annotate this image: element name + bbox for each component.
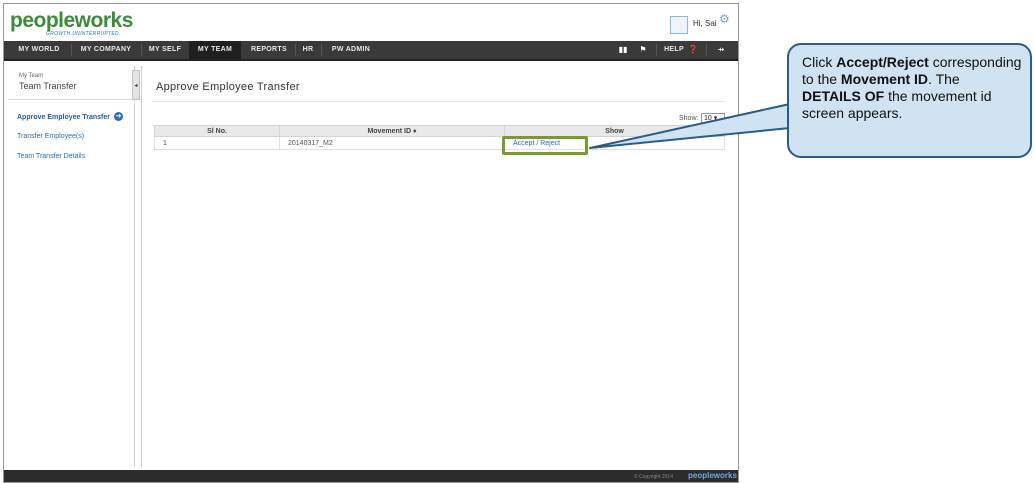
instruction-callout: Click Accept/Reject corresponding to the… (787, 43, 1032, 158)
callout-text: Click Accept/Reject corresponding to the… (802, 54, 1022, 121)
